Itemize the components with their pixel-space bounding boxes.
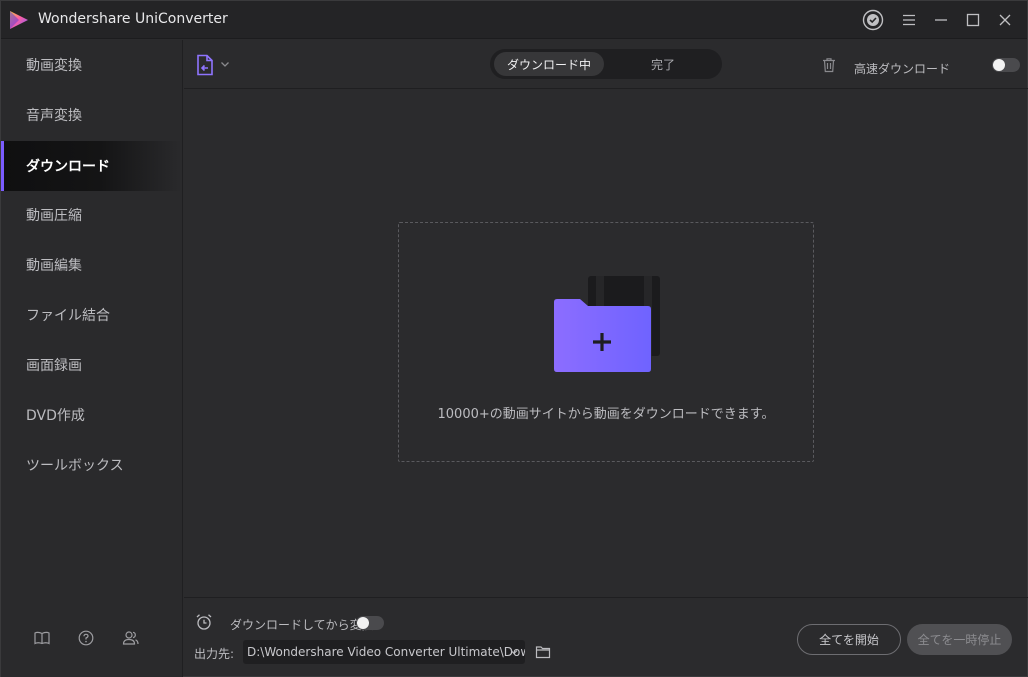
title-bar: Wondershare UniConverter <box>1 1 1027 39</box>
sidebar: 動画変換 音声変換 ダウンロード 動画圧縮 動画編集 ファイル結合 画面録画 D… <box>1 40 183 677</box>
sidebar-item-label: ファイル結合 <box>26 308 110 324</box>
drop-zone-text: 10000+の動画サイトから動画をダウンロードできます。 <box>437 407 775 422</box>
convert-after-download-label: ダウンロードしてから変換 <box>230 618 374 632</box>
sidebar-item-label: 音声変換 <box>26 108 82 124</box>
help-icon[interactable] <box>76 628 96 648</box>
fast-download-toggle[interactable] <box>992 58 1020 72</box>
pause-all-button[interactable]: 全てを一時停止 <box>907 624 1012 655</box>
sidebar-item-label: ダウンロード <box>26 159 110 175</box>
download-tabs: ダウンロード中 完了 <box>490 49 722 79</box>
sidebar-item-edit[interactable]: 動画編集 <box>1 240 182 290</box>
sidebar-item-label: ツールボックス <box>26 458 124 474</box>
sidebar-item-label: DVD作成 <box>26 408 85 424</box>
add-url-icon[interactable] <box>194 54 216 76</box>
tab-downloading[interactable]: ダウンロード中 <box>494 52 604 76</box>
toolbar: ダウンロード中 完了 高速ダウンロード <box>184 40 1028 89</box>
sidebar-item-video-convert[interactable]: 動画変換 <box>1 40 182 90</box>
output-path-select[interactable]: D:\Wondershare Video Converter Ultimate\… <box>243 640 525 664</box>
alarm-clock-icon[interactable] <box>195 613 213 631</box>
sidebar-item-label: 動画圧縮 <box>26 208 82 224</box>
sidebar-item-compress[interactable]: 動画圧縮 <box>1 190 182 240</box>
sidebar-item-audio-convert[interactable]: 音声変換 <box>1 90 182 140</box>
user-group-icon[interactable] <box>120 628 140 648</box>
chevron-down-icon[interactable] <box>219 58 231 70</box>
sidebar-item-label: 動画編集 <box>26 258 82 274</box>
fast-download-label: 高速ダウンロード <box>854 62 951 76</box>
sidebar-item-toolbox[interactable]: ツールボックス <box>1 440 182 490</box>
start-all-button[interactable]: 全てを開始 <box>797 624 901 655</box>
toggle-knob <box>357 617 369 629</box>
sidebar-item-merge[interactable]: ファイル結合 <box>1 290 182 340</box>
sidebar-item-label: 画面録画 <box>26 358 82 374</box>
account-icon[interactable] <box>861 8 885 32</box>
sidebar-item-label: 動画変換 <box>26 58 82 74</box>
chevron-down-icon[interactable] <box>509 647 519 657</box>
trash-icon[interactable] <box>821 57 837 73</box>
output-label: 出力先: <box>194 647 235 661</box>
bottom-bar: ダウンロードしてから変換 出力先: D:\Wondershare Video C… <box>184 597 1028 677</box>
sidebar-item-download[interactable]: ダウンロード <box>1 141 182 191</box>
minimize-icon[interactable] <box>929 8 953 32</box>
maximize-icon[interactable] <box>961 8 985 32</box>
toggle-knob <box>993 59 1005 71</box>
convert-after-download-toggle[interactable] <box>356 616 384 630</box>
app-title: Wondershare UniConverter <box>38 11 228 27</box>
open-folder-icon[interactable] <box>535 644 551 660</box>
book-icon[interactable] <box>32 628 52 648</box>
add-folder-icon <box>554 276 660 372</box>
download-drop-zone[interactable]: 10000+の動画サイトから動画をダウンロードできます。 <box>398 222 814 462</box>
tab-finished[interactable]: 完了 <box>608 52 718 76</box>
app-window: Wondershare UniConverter 動画変換 音声変換 ダウンロー… <box>0 0 1028 677</box>
menu-icon[interactable] <box>897 8 921 32</box>
app-logo-icon <box>10 11 28 29</box>
sidebar-item-screen-record[interactable]: 画面録画 <box>1 340 182 390</box>
sidebar-item-dvd[interactable]: DVD作成 <box>1 390 182 440</box>
close-icon[interactable] <box>993 8 1017 32</box>
